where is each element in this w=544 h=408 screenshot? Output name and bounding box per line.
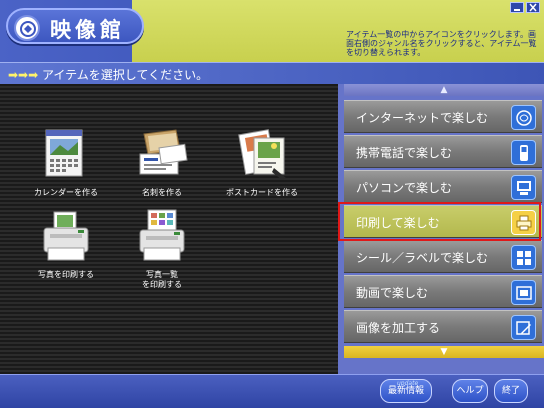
- scroll-down-button[interactable]: ▼: [344, 346, 544, 358]
- item-label-photo-list-print: 写真一覧 を印刷する: [142, 270, 182, 289]
- instruction-bar: ➡➡➡ アイテムを選択してください。: [0, 62, 544, 84]
- category-sticker-label[interactable]: シール／ラベルで楽しむ: [344, 240, 542, 273]
- item-label-calendar: カレンダーを作る: [34, 188, 98, 197]
- news-button[interactable]: update 最新情報: [380, 379, 432, 403]
- category-video[interactable]: 動画で楽しむ: [344, 275, 542, 308]
- category-label: 画像を加工する: [356, 321, 441, 335]
- news-update-badge: update: [397, 380, 419, 387]
- item-list: カレンダーを作る 名刺を作る ポストカードを作る 写真を印刷する 写真一覧 を印…: [0, 84, 338, 374]
- sticker-icon: [511, 245, 536, 270]
- mobile-phone-icon: [511, 140, 536, 165]
- category-image-edit[interactable]: 画像を加工する: [344, 310, 542, 343]
- app-window: 映像館 アイテム一覧の中からアイコンをクリックします。画面右側のジャンル名をクリ…: [0, 0, 544, 408]
- category-computer[interactable]: パソコンで楽しむ: [344, 170, 542, 203]
- category-mobile-phone[interactable]: 携帯電話で楽しむ: [344, 135, 542, 168]
- category-label: インターネットで楽しむ: [356, 111, 489, 125]
- business-card-icon: [132, 126, 192, 184]
- exit-button[interactable]: 終了: [494, 379, 528, 403]
- printer-icon: [511, 210, 536, 235]
- header-bar: 映像館 アイテム一覧の中からアイコンをクリックします。画面右側のジャンル名をクリ…: [0, 0, 544, 62]
- exit-button-label: 終了: [501, 386, 520, 396]
- image-edit-icon: [511, 315, 536, 340]
- item-label-postcard: ポストカードを作る: [226, 188, 298, 197]
- category-label: シール／ラベルで楽しむ: [356, 251, 489, 265]
- postcard-icon: [232, 126, 292, 184]
- instruction-text: アイテムを選択してください。: [42, 68, 209, 82]
- item-label-photo-print: 写真を印刷する: [38, 270, 94, 279]
- video-icon: [511, 280, 536, 305]
- help-button-label: ヘルプ: [456, 386, 484, 396]
- app-logo: 映像館: [6, 8, 144, 44]
- minimize-button[interactable]: [510, 2, 524, 13]
- calendar-icon: [36, 126, 96, 184]
- category-internet[interactable]: インターネットで楽しむ: [344, 100, 542, 133]
- computer-icon: [511, 175, 536, 200]
- item-photo-list-print[interactable]: 写真一覧 を印刷する: [112, 208, 212, 290]
- item-label-business-card: 名刺を作る: [142, 188, 182, 197]
- logo-emblem-icon: [14, 15, 40, 41]
- item-postcard[interactable]: ポストカードを作る: [212, 126, 312, 198]
- close-button[interactable]: [526, 2, 540, 13]
- header-description: アイテム一覧の中からアイコンをクリックします。画面右側のジャンル名をクリックする…: [346, 30, 537, 57]
- help-button[interactable]: ヘルプ: [452, 379, 488, 403]
- item-calendar[interactable]: カレンダーを作る: [16, 126, 116, 198]
- internet-icon: [511, 105, 536, 130]
- arrows-icon: ➡➡➡: [8, 68, 39, 82]
- category-label: 印刷して楽しむ: [356, 216, 440, 230]
- scroll-up-button[interactable]: ▲: [344, 84, 544, 96]
- category-label: パソコンで楽しむ: [356, 181, 453, 195]
- category-label: 携帯電話で楽しむ: [356, 146, 453, 160]
- item-photo-print[interactable]: 写真を印刷する: [16, 208, 116, 280]
- photo-list-printer-icon: [132, 208, 192, 266]
- instruction-line: ➡➡➡ アイテムを選択してください。: [8, 66, 208, 83]
- photo-printer-icon: [36, 208, 96, 266]
- app-title: 映像館: [50, 18, 125, 42]
- item-business-card[interactable]: 名刺を作る: [112, 126, 212, 198]
- category-label: 動画で楽しむ: [356, 286, 429, 300]
- footer-bar: update 最新情報 ヘルプ 終了: [0, 374, 544, 408]
- category-print[interactable]: 印刷して楽しむ: [344, 205, 542, 238]
